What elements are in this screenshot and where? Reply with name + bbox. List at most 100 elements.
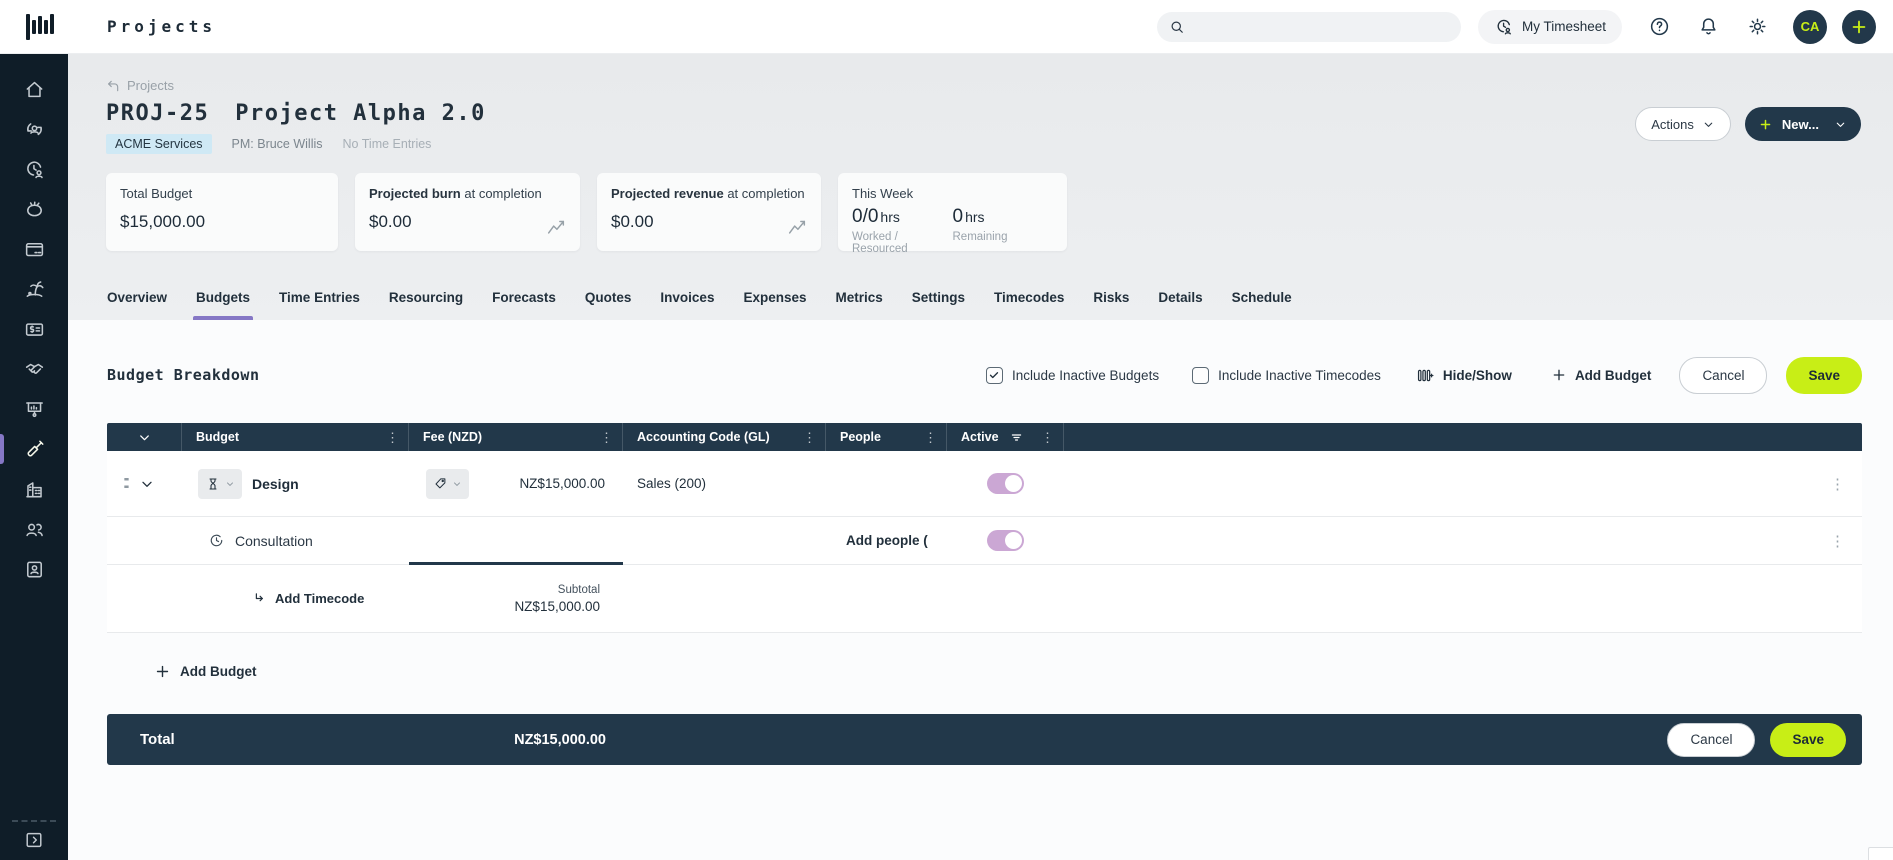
tab-forecasts[interactable]: Forecasts [491, 281, 557, 320]
people-cell[interactable] [826, 451, 947, 516]
tab-invoices[interactable]: Invoices [659, 281, 715, 320]
checkbox-checked-icon[interactable] [986, 367, 1003, 384]
app-logo[interactable] [26, 14, 54, 40]
add-budget-button[interactable]: Add Budget [1551, 367, 1652, 383]
clock-person-icon [23, 158, 46, 181]
include-inactive-budgets-checkbox[interactable]: Include Inactive Budgets [986, 367, 1159, 384]
settings-button[interactable] [1746, 15, 1769, 38]
plus-icon [1849, 17, 1869, 37]
active-toggle[interactable] [987, 473, 1024, 494]
search-input[interactable] [1157, 12, 1461, 42]
sidebar-item-payments[interactable] [0, 229, 68, 269]
remaining-metric: 0hrs Remaining [953, 206, 1054, 255]
cancel-button[interactable]: Cancel [1679, 357, 1767, 394]
global-add-button[interactable] [1842, 10, 1876, 44]
active-toggle[interactable] [987, 530, 1024, 551]
tab-timecodes[interactable]: Timecodes [993, 281, 1065, 320]
trend-chart-icon [545, 216, 567, 238]
palm-island-icon [23, 278, 46, 301]
fee-input-cell[interactable] [409, 517, 623, 564]
sidebar-item-home[interactable] [0, 69, 68, 109]
column-header-budget[interactable]: Budget⋮ [182, 423, 409, 451]
sidebar-item-companies[interactable] [0, 469, 68, 509]
tab-time-entries[interactable]: Time Entries [278, 281, 361, 320]
save-button-bottom[interactable]: Save [1770, 723, 1846, 757]
actions-button[interactable]: Actions [1635, 107, 1731, 141]
row-menu-icon[interactable]: ⋮ [1825, 473, 1850, 495]
tab-resourcing[interactable]: Resourcing [388, 281, 464, 320]
column-header-fee[interactable]: Fee (NZD)⋮ [409, 423, 623, 451]
column-menu-icon[interactable]: ⋮ [596, 429, 617, 446]
sidebar-item-reports[interactable] [0, 389, 68, 429]
sidebar-item-resourcing[interactable] [0, 109, 68, 149]
sidebar-item-tomato[interactable] [0, 189, 68, 229]
column-menu-icon[interactable]: ⋮ [920, 429, 941, 446]
collapse-row-icon[interactable] [139, 476, 155, 492]
my-timesheet-button[interactable]: My Timesheet [1478, 10, 1622, 44]
checkbox-unchecked-icon[interactable] [1192, 367, 1209, 384]
drag-handle[interactable]: ⁚⁚ [123, 476, 127, 492]
breadcrumb[interactable]: Projects [106, 78, 174, 93]
sidebar-item-invoices[interactable] [0, 309, 68, 349]
fee-tag-select[interactable] [426, 469, 469, 499]
enter-arrow-icon [252, 591, 267, 606]
tab-budgets[interactable]: Budgets [195, 281, 251, 320]
tomato-icon [23, 198, 46, 221]
total-budget-card: Total Budget $15,000.00 [106, 173, 338, 251]
tab-risks[interactable]: Risks [1092, 281, 1130, 320]
tab-quotes[interactable]: Quotes [584, 281, 633, 320]
sidebar-item-people[interactable] [0, 509, 68, 549]
project-header: Projects PROJ-25Project Alpha 2.0 ACME S… [68, 54, 1893, 320]
fee-value[interactable]: NZ$15,000.00 [519, 476, 605, 491]
tab-schedule[interactable]: Schedule [1231, 281, 1293, 320]
tab-details[interactable]: Details [1157, 281, 1203, 320]
clock-icon [208, 532, 225, 549]
sidebar-expand-button[interactable] [0, 824, 68, 856]
column-header-accounting[interactable]: Accounting Code (GL)⋮ [623, 423, 826, 451]
project-name: Project Alpha 2.0 [235, 101, 486, 126]
filter-icon[interactable] [1009, 430, 1024, 445]
accounting-cell[interactable] [623, 517, 826, 564]
corner-fragment [1868, 847, 1893, 860]
timecode-name[interactable]: Consultation [235, 533, 313, 549]
tab-expenses[interactable]: Expenses [742, 281, 807, 320]
column-menu-icon[interactable]: ⋮ [382, 429, 403, 446]
column-menu-icon[interactable]: ⋮ [1037, 429, 1058, 446]
column-menu-icon[interactable]: ⋮ [799, 429, 820, 446]
budget-name[interactable]: Design [252, 476, 299, 492]
subtotal-row: Add Timecode Subtotal NZ$15,000.00 [107, 565, 1862, 633]
bell-icon [1697, 15, 1720, 38]
client-chip[interactable]: ACME Services [106, 134, 212, 154]
sidebar-item-projects[interactable] [0, 429, 68, 469]
add-people-button[interactable]: Add people ( [846, 533, 928, 548]
column-header-people[interactable]: People⋮ [826, 423, 947, 451]
budget-toolbar: Budget Breakdown Include Inactive Budget… [107, 356, 1862, 394]
sidebar-item-leave[interactable] [0, 269, 68, 309]
add-timecode-button[interactable]: Add Timecode [252, 591, 364, 606]
tab-overview[interactable]: Overview [106, 281, 168, 320]
hide-show-button[interactable]: Hide/Show [1416, 366, 1512, 385]
new-button[interactable]: New... [1745, 107, 1861, 141]
notifications-button[interactable] [1697, 15, 1720, 38]
add-budget-button-bottom[interactable]: Add Budget [154, 663, 257, 680]
section-title: Budget Breakdown [107, 366, 260, 384]
sidebar-item-contacts[interactable] [0, 549, 68, 589]
column-header-active[interactable]: Active⋮ [947, 423, 1064, 451]
help-button[interactable] [1648, 15, 1671, 38]
sidebar-item-timesheets[interactable] [0, 149, 68, 189]
header-expand-all[interactable] [107, 423, 182, 451]
avatar[interactable]: CA [1793, 10, 1827, 44]
people-icon [23, 518, 46, 541]
tab-metrics[interactable]: Metrics [835, 281, 884, 320]
save-button[interactable]: Save [1786, 357, 1862, 394]
shovel-icon [23, 438, 46, 461]
cancel-button-bottom[interactable]: Cancel [1667, 723, 1755, 757]
row-menu-icon[interactable]: ⋮ [1825, 530, 1850, 552]
accounting-code[interactable]: Sales (200) [637, 476, 706, 491]
chevron-down-icon [1834, 118, 1847, 131]
sidebar-item-deals[interactable] [0, 349, 68, 389]
include-inactive-timecodes-checkbox[interactable]: Include Inactive Timecodes [1192, 367, 1381, 384]
tab-settings[interactable]: Settings [911, 281, 966, 320]
subtotal: Subtotal NZ$15,000.00 [409, 584, 623, 614]
budget-type-select[interactable] [198, 469, 242, 499]
